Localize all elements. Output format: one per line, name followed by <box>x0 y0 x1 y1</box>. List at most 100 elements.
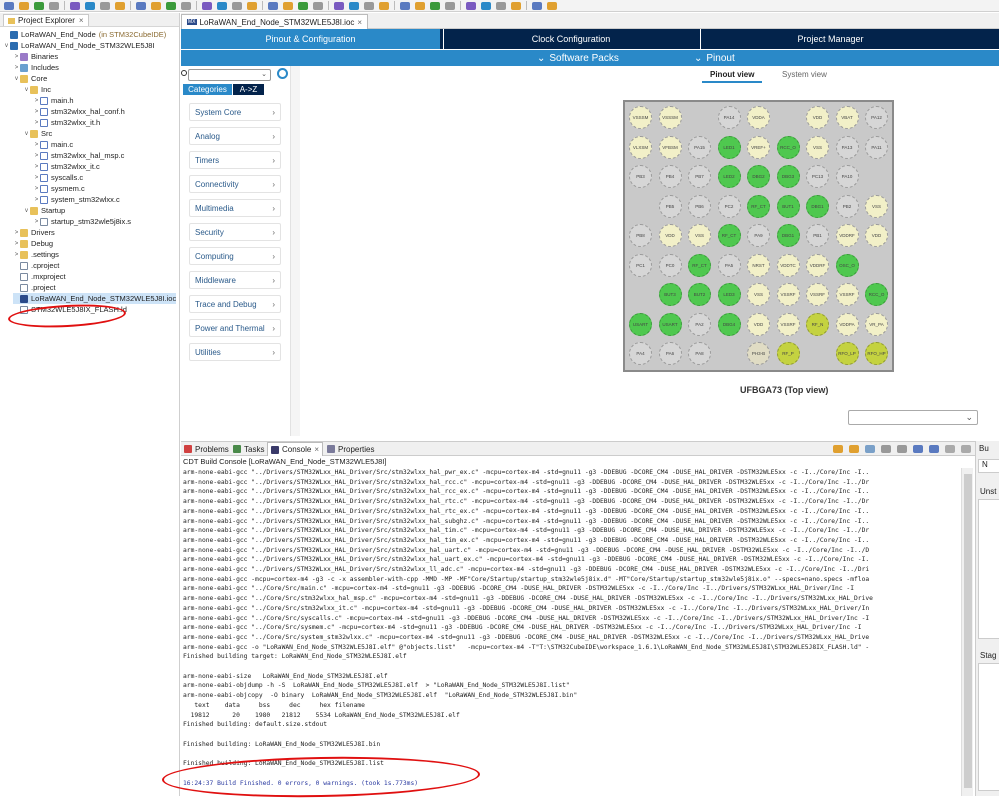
chip-pin[interactable]: DBG1 <box>776 224 800 247</box>
chip-pin[interactable]: USART <box>658 312 682 336</box>
category-item[interactable]: System Core › <box>189 103 281 121</box>
chevron-right-icon[interactable]: > <box>33 142 40 148</box>
close-icon[interactable]: × <box>79 16 84 25</box>
right-panel-tab[interactable]: Bu <box>979 444 989 453</box>
toolbar-button-icon[interactable] <box>34 1 44 10</box>
category-item[interactable]: Middleware › <box>189 271 281 289</box>
chip-pin[interactable]: VSSRF <box>806 283 829 306</box>
minimize-icon[interactable] <box>945 445 955 453</box>
chip-pin[interactable]: VSS <box>865 194 888 218</box>
chevron-right-icon[interactable]: > <box>13 230 20 236</box>
chip-pin[interactable]: DBG2 <box>747 165 770 188</box>
toolbar-button-icon[interactable] <box>349 1 359 10</box>
chevron-down-icon[interactable]: v <box>3 43 10 49</box>
chip-pin[interactable]: PA2 <box>688 312 711 336</box>
toolbar-button-icon[interactable] <box>136 1 146 10</box>
chip-pin[interactable]: PA5 <box>717 253 741 277</box>
chip-pin[interactable]: VDDRF <box>835 224 859 247</box>
chip-pin[interactable]: PB7 <box>688 165 711 188</box>
toolbar-button-icon[interactable] <box>481 1 491 10</box>
software-packs-menu[interactable]: ⌄ Software Packs <box>537 50 619 66</box>
tab-problems[interactable]: Problems <box>184 442 229 456</box>
chip-pin[interactable]: VLXSM <box>629 135 652 159</box>
toolbar-button-icon[interactable] <box>151 1 161 10</box>
chip-pin[interactable]: LED1 <box>717 135 741 159</box>
chip-pin[interactable]: BUT1 <box>776 194 800 218</box>
scrollbar-thumb[interactable] <box>964 474 972 788</box>
chevron-right-icon[interactable]: > <box>13 65 20 71</box>
tree-item[interactable]: v Src <box>23 128 52 139</box>
chevron-right-icon[interactable]: > <box>33 153 40 159</box>
tree-item[interactable]: > main.c <box>33 139 73 150</box>
pin-console-icon[interactable] <box>897 445 907 453</box>
chip-pin[interactable]: VFBSM <box>658 135 682 159</box>
toolbar-button-icon[interactable] <box>334 1 344 10</box>
chip-pin[interactable]: VSSSM <box>658 106 682 129</box>
chip-pin[interactable]: USART <box>629 312 652 336</box>
chip-pin[interactable]: DBG1 <box>806 194 829 218</box>
chip-pin[interactable]: VDDA <box>747 106 770 129</box>
chevron-right-icon[interactable]: > <box>33 109 40 115</box>
category-item[interactable]: Trace and Debug › <box>189 295 281 313</box>
chip-pin[interactable]: VSS <box>747 283 770 306</box>
toolbar-button-icon[interactable] <box>232 1 242 10</box>
chip-pin[interactable]: PA11 <box>865 135 888 159</box>
chip-pin[interactable]: PB5 <box>658 194 682 218</box>
tree-item[interactable]: > system_stm32wlxx.c <box>33 194 120 205</box>
toolbar-button-icon[interactable] <box>4 1 14 10</box>
tree-item[interactable]: v Inc <box>23 84 51 95</box>
chip-pin[interactable]: RFO_LP <box>835 342 859 365</box>
chip-pin[interactable]: PB3 <box>629 165 652 188</box>
toolbar-button-icon[interactable] <box>217 1 227 10</box>
tree-item[interactable]: v Core <box>13 73 47 84</box>
toolbar-button-icon[interactable] <box>166 1 176 10</box>
tree-item[interactable]: > main.h <box>33 95 74 106</box>
chip-pin[interactable]: VDD <box>747 312 770 336</box>
chip-pin[interactable]: LED2 <box>717 165 741 188</box>
category-item[interactable]: Security › <box>189 223 281 241</box>
chip-pin[interactable]: RF_P <box>776 342 800 365</box>
chip-pin[interactable]: PB6 <box>688 194 711 218</box>
pinout-menu[interactable]: ⌄ Pinout <box>694 50 735 66</box>
chip-pin[interactable]: PA13 <box>835 135 859 159</box>
tab-system-view[interactable]: System view <box>782 70 827 79</box>
chip-pin[interactable]: PC13 <box>806 165 829 188</box>
chip-pin[interactable]: VSSSM <box>629 106 652 129</box>
tree-item[interactable]: LoRaWAN_End_Node (in STM32CubeIDE) <box>3 29 166 40</box>
chip-pin[interactable]: NRST <box>747 253 770 277</box>
chip-pin[interactable]: PA4 <box>629 342 652 365</box>
panel-divider[interactable] <box>290 66 300 436</box>
chip-pin[interactable]: DBG4 <box>717 312 741 336</box>
console-scrollbar[interactable] <box>961 468 973 796</box>
chip-pin[interactable]: VDDRF <box>806 253 829 277</box>
chip-pin[interactable]: PA15 <box>688 135 711 159</box>
chip-pin[interactable]: PC0 <box>658 253 682 277</box>
tree-item[interactable]: > .settings <box>13 249 59 260</box>
tab-clock-configuration[interactable]: Clock Configuration <box>443 29 698 49</box>
chip-pin[interactable]: PH3-B <box>747 342 770 365</box>
maximize-icon[interactable] <box>961 445 971 453</box>
toolbar-button-icon[interactable] <box>415 1 425 10</box>
toolbar-button-icon[interactable] <box>268 1 278 10</box>
toolbar-button-icon[interactable] <box>70 1 80 10</box>
chip-pin[interactable]: DBG3 <box>776 165 800 188</box>
toolbar-button-icon[interactable] <box>400 1 410 10</box>
tab-console[interactable]: Console × <box>267 442 324 456</box>
toolbar-button-icon[interactable] <box>115 1 125 10</box>
category-search-input[interactable]: ⌄ <box>188 69 271 81</box>
chevron-right-icon[interactable]: > <box>33 197 40 203</box>
chip-pin[interactable]: VR_PA <box>865 312 888 336</box>
tree-item[interactable]: > Debug <box>13 238 53 249</box>
toolbar-button-icon[interactable] <box>298 1 308 10</box>
close-icon[interactable]: × <box>357 18 362 27</box>
toolbar-button-icon[interactable] <box>364 1 374 10</box>
chip-pin[interactable]: PB4 <box>658 165 682 188</box>
chevron-down-icon[interactable]: v <box>23 208 30 214</box>
chip-pin[interactable]: PA12 <box>865 106 888 129</box>
toolbar-button-icon[interactable] <box>19 1 29 10</box>
chevron-right-icon[interactable]: > <box>13 54 20 60</box>
close-icon[interactable]: × <box>314 445 319 454</box>
tree-item[interactable]: > Drivers <box>13 227 55 238</box>
chip-pin[interactable]: RCC_O <box>865 283 888 306</box>
chip-pin[interactable]: VSS <box>688 224 711 247</box>
